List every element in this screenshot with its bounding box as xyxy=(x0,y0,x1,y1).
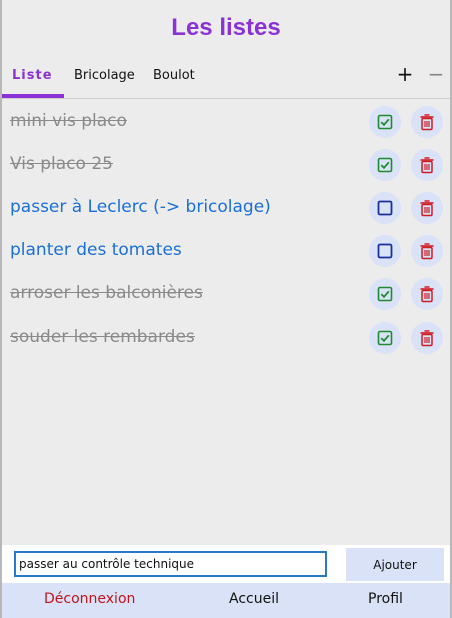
tab-bar: Liste Bricolage Boulot + − xyxy=(2,56,450,99)
bottom-nav: Déconnexion Accueil Profil xyxy=(2,583,450,618)
nav-logout[interactable]: Déconnexion xyxy=(44,591,135,607)
unchecked-box-icon-button[interactable] xyxy=(369,235,401,267)
checked-box-icon-button[interactable] xyxy=(369,106,401,138)
page-title: Les listes xyxy=(171,14,281,41)
trash-icon xyxy=(420,330,434,347)
delete-item-button[interactable] xyxy=(411,106,443,138)
list-item: Vis placo 25 xyxy=(2,146,450,186)
delete-item-button[interactable] xyxy=(411,192,443,224)
list-item-text: passer à Leclerc (-> bricolage) xyxy=(10,197,271,217)
trash-icon xyxy=(420,243,434,260)
list-item: arroser les balconières xyxy=(2,275,450,315)
new-item-input[interactable]: passer au contrôle technique xyxy=(14,551,327,577)
checked-box-icon xyxy=(377,286,393,302)
add-list-button[interactable]: + xyxy=(395,61,415,87)
checked-box-icon xyxy=(377,330,393,346)
trash-icon xyxy=(420,157,434,174)
list-item-text: mini vis placo xyxy=(10,111,127,131)
tab-boulot[interactable]: Boulot xyxy=(153,68,195,83)
unchecked-box-icon xyxy=(377,243,393,259)
delete-item-button[interactable] xyxy=(411,149,443,181)
list-item: planter des tomates xyxy=(2,232,450,272)
active-tab-indicator xyxy=(2,94,64,98)
list-item: passer à Leclerc (-> bricolage) xyxy=(2,189,450,229)
list-item-text: souder les rembardes xyxy=(10,327,195,347)
list-item-text: arroser les balconières xyxy=(10,283,203,303)
checked-box-icon-button[interactable] xyxy=(369,278,401,310)
remove-list-button[interactable]: − xyxy=(426,61,446,87)
list-item-text: planter des tomates xyxy=(10,240,182,260)
list-item: souder les rembardes xyxy=(2,319,450,359)
checked-box-icon xyxy=(377,114,393,130)
tab-bricolage[interactable]: Bricolage xyxy=(74,68,135,83)
list-item-text: Vis placo 25 xyxy=(10,154,113,174)
nav-home[interactable]: Accueil xyxy=(229,591,279,607)
unchecked-box-icon-button[interactable] xyxy=(369,192,401,224)
checked-box-icon xyxy=(377,157,393,173)
unchecked-box-icon xyxy=(377,200,393,216)
app-window: Les listes Liste Bricolage Boulot + − mi… xyxy=(0,0,452,618)
add-button[interactable]: Ajouter xyxy=(346,548,444,581)
delete-item-button[interactable] xyxy=(411,278,443,310)
delete-item-button[interactable] xyxy=(411,235,443,267)
checked-box-icon-button[interactable] xyxy=(369,322,401,354)
trash-icon xyxy=(420,200,434,217)
trash-icon xyxy=(420,286,434,303)
new-item-bar: passer au contrôle technique Ajouter xyxy=(2,545,450,583)
nav-profile[interactable]: Profil xyxy=(368,591,403,607)
tab-liste[interactable]: Liste xyxy=(12,68,53,83)
checked-box-icon-button[interactable] xyxy=(369,149,401,181)
trash-icon xyxy=(420,114,434,131)
delete-item-button[interactable] xyxy=(411,322,443,354)
list-item: mini vis placo xyxy=(2,103,450,143)
